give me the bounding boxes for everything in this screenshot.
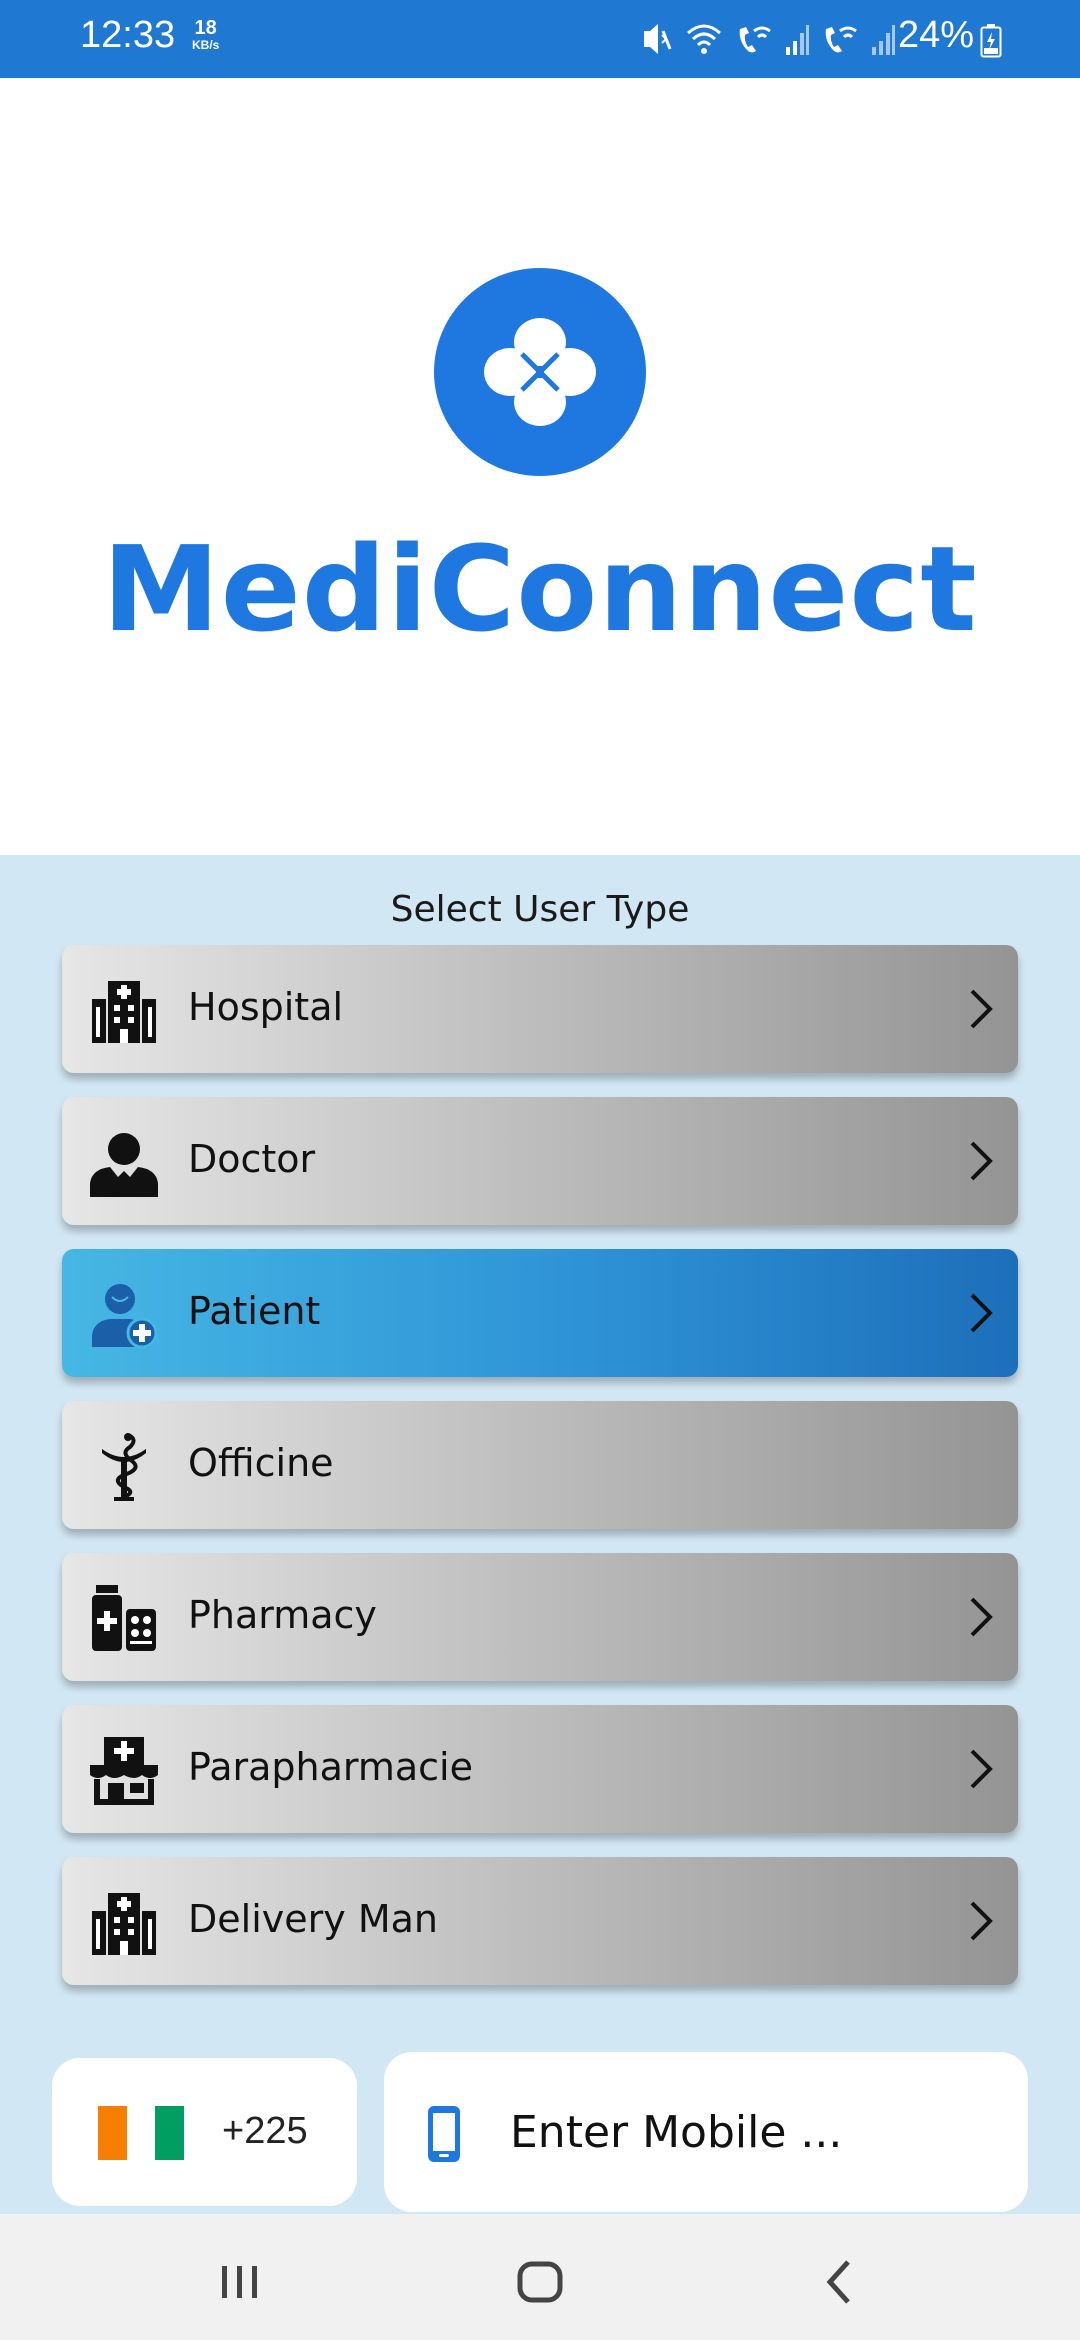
user-type-label-pharmacy: Pharmacy <box>188 1593 377 1637</box>
pharmacy-caduceus-icon <box>102 1433 146 1501</box>
home-icon[interactable] <box>510 2252 570 2312</box>
signal-icon-2 <box>872 25 895 55</box>
user-type-label-officine: Officine <box>188 1441 334 1485</box>
country-code-selector[interactable]: +225 <box>52 2058 357 2206</box>
ivory-coast-flag-icon <box>98 2106 185 2160</box>
system-nav-bar <box>0 2214 1080 2340</box>
battery-charging-icon <box>980 24 1002 58</box>
four-petal-logo-icon <box>484 318 596 426</box>
mobile-number-input[interactable] <box>510 2098 990 2166</box>
user-type-label-patient: Patient <box>188 1289 321 1333</box>
network-speed: 18 KB/s <box>192 18 219 52</box>
chevron-right-icon <box>970 1597 993 1637</box>
user-type-panel: Select User Type Hospital Doctor Patient… <box>0 855 1080 2215</box>
network-speed-value: 18 <box>194 17 217 39</box>
user-type-option-doctor[interactable]: Doctor <box>62 1097 1018 1225</box>
user-type-option-pharmacy[interactable]: Pharmacy <box>62 1553 1018 1681</box>
status-icons <box>640 16 896 62</box>
chevron-right-icon <box>970 1141 993 1181</box>
chevron-right-icon <box>970 1749 993 1789</box>
country-code: +225 <box>222 2110 308 2152</box>
user-type-option-hospital[interactable]: Hospital <box>62 945 1018 1073</box>
recent-apps-icon[interactable] <box>210 2252 270 2312</box>
user-type-label-parapharmacie: Parapharmacie <box>188 1745 473 1789</box>
user-type-label-delivery-man: Delivery Man <box>188 1897 438 1941</box>
user-type-option-delivery-man[interactable]: Delivery Man <box>62 1857 1018 1985</box>
back-icon[interactable] <box>812 2252 872 2312</box>
wifi-icon <box>687 24 721 54</box>
network-speed-unit: KB/s <box>192 38 220 52</box>
store-cross-icon <box>90 1737 158 1805</box>
user-type-option-officine[interactable]: Officine <box>62 1401 1018 1529</box>
signal-icon-1 <box>786 25 809 55</box>
mobile-phone-icon <box>428 2106 460 2162</box>
app-logo <box>434 268 646 476</box>
hospital-icon <box>92 981 156 1043</box>
chevron-right-icon <box>970 1293 993 1333</box>
phone-number-field[interactable] <box>384 2052 1028 2212</box>
user-type-option-parapharmacie[interactable]: Parapharmacie <box>62 1705 1018 1833</box>
wifi-call-icon-2 <box>825 26 857 53</box>
status-time: 12:33 <box>80 14 176 56</box>
app-title: MediConnect <box>102 520 978 658</box>
user-type-title: Select User Type <box>390 889 690 930</box>
patient-icon <box>92 1284 158 1349</box>
user-type-label-doctor: Doctor <box>188 1137 316 1181</box>
chevron-right-icon <box>970 989 993 1029</box>
wifi-call-icon-1 <box>739 26 771 53</box>
status-bar: 12:33 18 KB/s 24% <box>0 0 1080 78</box>
hospital-icon <box>92 1893 156 1955</box>
doctor-icon <box>90 1133 158 1197</box>
battery-percent: 24% <box>898 14 975 56</box>
user-type-option-patient[interactable]: Patient <box>62 1249 1018 1377</box>
user-type-label-hospital: Hospital <box>188 985 344 1029</box>
medicine-bottle-icon <box>92 1585 156 1651</box>
mute-vibrate-icon <box>644 24 672 54</box>
chevron-right-icon <box>970 1901 993 1941</box>
